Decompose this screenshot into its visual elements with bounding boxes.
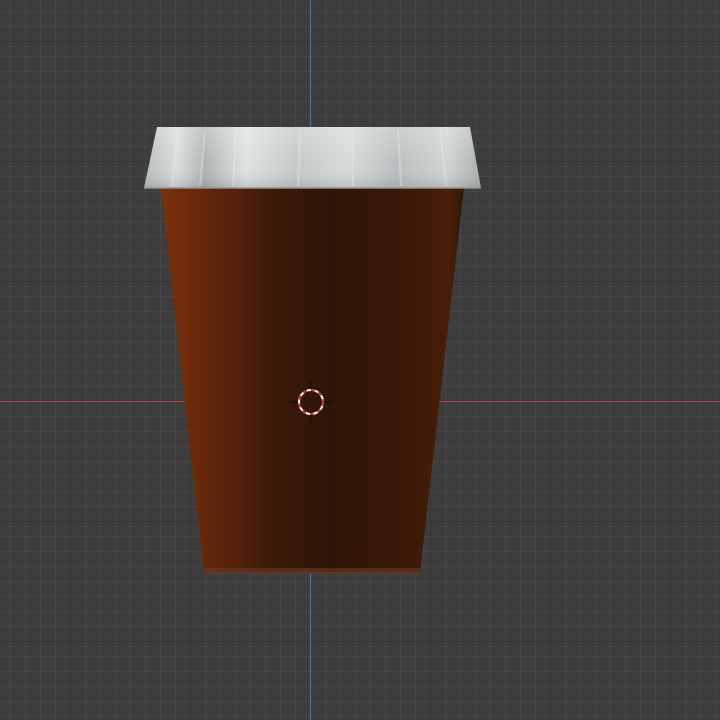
scene-canvas: [144, 127, 481, 574]
cup-lid-shading: [144, 127, 481, 188]
3d-cursor-icon[interactable]: [290, 381, 332, 423]
3d-viewport[interactable]: [0, 0, 720, 720]
coffee-cup[interactable]: [144, 127, 481, 574]
cup-bottom-edge: [204, 568, 420, 574]
cup-body: [161, 188, 464, 572]
